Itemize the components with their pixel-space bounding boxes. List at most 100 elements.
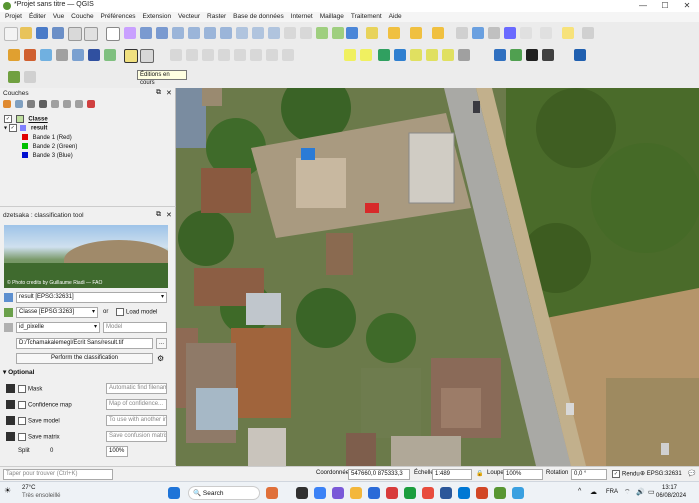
chrome-icon[interactable] xyxy=(422,487,434,499)
show-hide-labels-icon[interactable] xyxy=(394,49,406,61)
new-bookmark-icon[interactable] xyxy=(316,27,328,39)
identify-features-icon[interactable] xyxy=(366,27,378,39)
manage-visibility-icon[interactable] xyxy=(27,100,35,108)
menu-raster[interactable]: Raster xyxy=(207,12,226,22)
browse-button[interactable]: ... xyxy=(156,338,167,349)
new-project-icon[interactable] xyxy=(4,27,18,41)
label-rule-icon[interactable] xyxy=(360,49,372,61)
delete-selected-icon[interactable] xyxy=(202,49,214,61)
show-bookmarks-icon[interactable] xyxy=(332,27,344,39)
load-model-checkbox[interactable]: Load model xyxy=(116,308,157,316)
plugin-a-icon[interactable] xyxy=(510,49,522,61)
undo-icon[interactable] xyxy=(266,49,278,61)
save-matrix-input[interactable]: Save confusion matrix xyxy=(106,431,167,442)
optional-section[interactable]: ▾ Optional xyxy=(3,368,34,376)
pan-to-selection-icon[interactable] xyxy=(124,27,136,39)
pan-icon[interactable] xyxy=(106,27,120,41)
zoom-to-layer-icon[interactable] xyxy=(220,27,232,39)
toggle-editing-icon[interactable] xyxy=(124,49,138,63)
menu-internet[interactable]: Internet xyxy=(291,12,313,22)
menu-vecteur[interactable]: Vecteur xyxy=(178,12,200,22)
field-calculator-icon[interactable] xyxy=(456,27,468,39)
windows-start-icon[interactable] xyxy=(168,487,180,499)
tray-chevron-icon[interactable]: ^ xyxy=(578,488,581,495)
panel-close-icon[interactable]: ✕ xyxy=(166,89,172,97)
zoom-rescale-icon[interactable] xyxy=(172,27,184,39)
menu-traitement[interactable]: Traitement xyxy=(351,12,382,22)
output-path-input[interactable]: D:/Tchamakalemegl/Ecrit Sans/result.tif xyxy=(16,338,153,349)
filter-icon[interactable] xyxy=(39,100,47,108)
dzetsaka-plugin-icon[interactable] xyxy=(8,71,20,83)
zoom-full-icon[interactable] xyxy=(188,27,200,39)
add-delimited-text-icon[interactable] xyxy=(56,49,68,61)
app-icon[interactable] xyxy=(512,487,524,499)
filter-legend-icon[interactable] xyxy=(51,100,59,108)
crs-button[interactable]: ⊕ EPSG:32631 xyxy=(640,470,682,477)
add-polygon-icon[interactable] xyxy=(170,49,182,61)
qgis-taskbar-icon[interactable] xyxy=(494,487,506,499)
add-wms-icon[interactable] xyxy=(104,49,116,61)
zoom-next-icon[interactable] xyxy=(268,27,280,39)
zoom-in-icon[interactable] xyxy=(140,27,152,39)
office-icon[interactable] xyxy=(386,487,398,499)
menu-projet[interactable]: Projet xyxy=(5,12,22,22)
edit-layer-icon[interactable] xyxy=(24,49,36,61)
layer-row-result[interactable]: ▾ ✓ result xyxy=(4,124,47,133)
menu-vue[interactable]: Vue xyxy=(53,12,64,22)
layout-tool-icon[interactable] xyxy=(24,71,36,83)
text-annotation-icon[interactable] xyxy=(562,27,574,39)
zoom-to-selection-icon[interactable] xyxy=(204,27,216,39)
map-canvas[interactable] xyxy=(176,88,699,466)
expand-all-icon[interactable] xyxy=(63,100,71,108)
vector-select[interactable]: Classe [EPSG:3263] ▾ xyxy=(16,307,98,318)
widget-icon[interactable] xyxy=(266,487,278,499)
scale-field[interactable]: 1:489 xyxy=(432,469,472,480)
zoom-out-icon[interactable] xyxy=(156,27,168,39)
temporal-controller-icon[interactable] xyxy=(300,27,312,39)
collapse-all-icon[interactable] xyxy=(75,100,83,108)
layer-row-classe[interactable]: ✓ Classe xyxy=(4,115,48,124)
mask-input[interactable]: Automatic find filename_... xyxy=(106,383,167,394)
paste-features-icon[interactable] xyxy=(250,49,262,61)
add-raster-icon[interactable] xyxy=(72,49,84,61)
refresh-icon[interactable] xyxy=(346,27,358,39)
menu-extension[interactable]: Extension xyxy=(143,12,172,22)
add-vector-icon[interactable] xyxy=(40,49,52,61)
statistics-icon[interactable] xyxy=(488,27,500,39)
panel-close-icon[interactable]: ✕ xyxy=(166,211,172,219)
layer-checkbox[interactable]: ✓ xyxy=(4,115,12,123)
label-icon[interactable] xyxy=(344,49,356,61)
language-indicator[interactable]: FRA xyxy=(606,489,618,495)
tray-cloud-icon[interactable]: ☁ xyxy=(590,488,597,496)
locator-search-input[interactable]: Taper pour trouver (Ctrl+K) xyxy=(3,469,113,480)
store-icon[interactable] xyxy=(368,487,380,499)
save-as-icon[interactable] xyxy=(52,27,64,39)
split-percent-spinbox[interactable]: 100% xyxy=(106,446,128,457)
layer-checkbox[interactable]: ✓ xyxy=(8,124,17,132)
menu-aide[interactable]: Aide xyxy=(389,12,402,22)
panel-float-icon[interactable]: ⧉ xyxy=(156,89,161,97)
pin-labels-icon[interactable] xyxy=(378,49,390,61)
annotation-icon[interactable] xyxy=(540,27,552,39)
render-checkbox[interactable]: ✓ Rendu xyxy=(612,470,640,478)
task-view-icon[interactable] xyxy=(296,487,308,499)
raster-select[interactable]: result [EPSG:32631] ▾ xyxy=(16,292,167,303)
copy-features-icon[interactable] xyxy=(234,49,246,61)
label-toolbar-more-icon[interactable] xyxy=(458,49,470,61)
outlook-icon[interactable] xyxy=(458,487,470,499)
save-model-input[interactable]: To use with another im... xyxy=(106,415,167,426)
move-label-icon[interactable] xyxy=(410,49,422,61)
processing-toolbox-icon[interactable] xyxy=(472,27,484,39)
menu-editer[interactable]: Éditer xyxy=(29,12,46,22)
magnifier-field[interactable]: 100% xyxy=(503,469,543,480)
layout-manager-icon[interactable] xyxy=(84,27,98,41)
lock-icon[interactable]: 🔒 xyxy=(476,470,483,477)
taskbar-search[interactable]: 🔍 Search xyxy=(188,486,260,500)
menu-preferences[interactable]: Préférences xyxy=(101,12,136,22)
pencil-icon[interactable] xyxy=(140,49,154,63)
menu-couche[interactable]: Couche xyxy=(71,12,93,22)
close-button[interactable]: ✕ xyxy=(676,0,698,12)
new-map-view-icon[interactable] xyxy=(284,27,296,39)
add-mesh-icon[interactable] xyxy=(88,49,100,61)
redo-icon[interactable] xyxy=(282,49,294,61)
